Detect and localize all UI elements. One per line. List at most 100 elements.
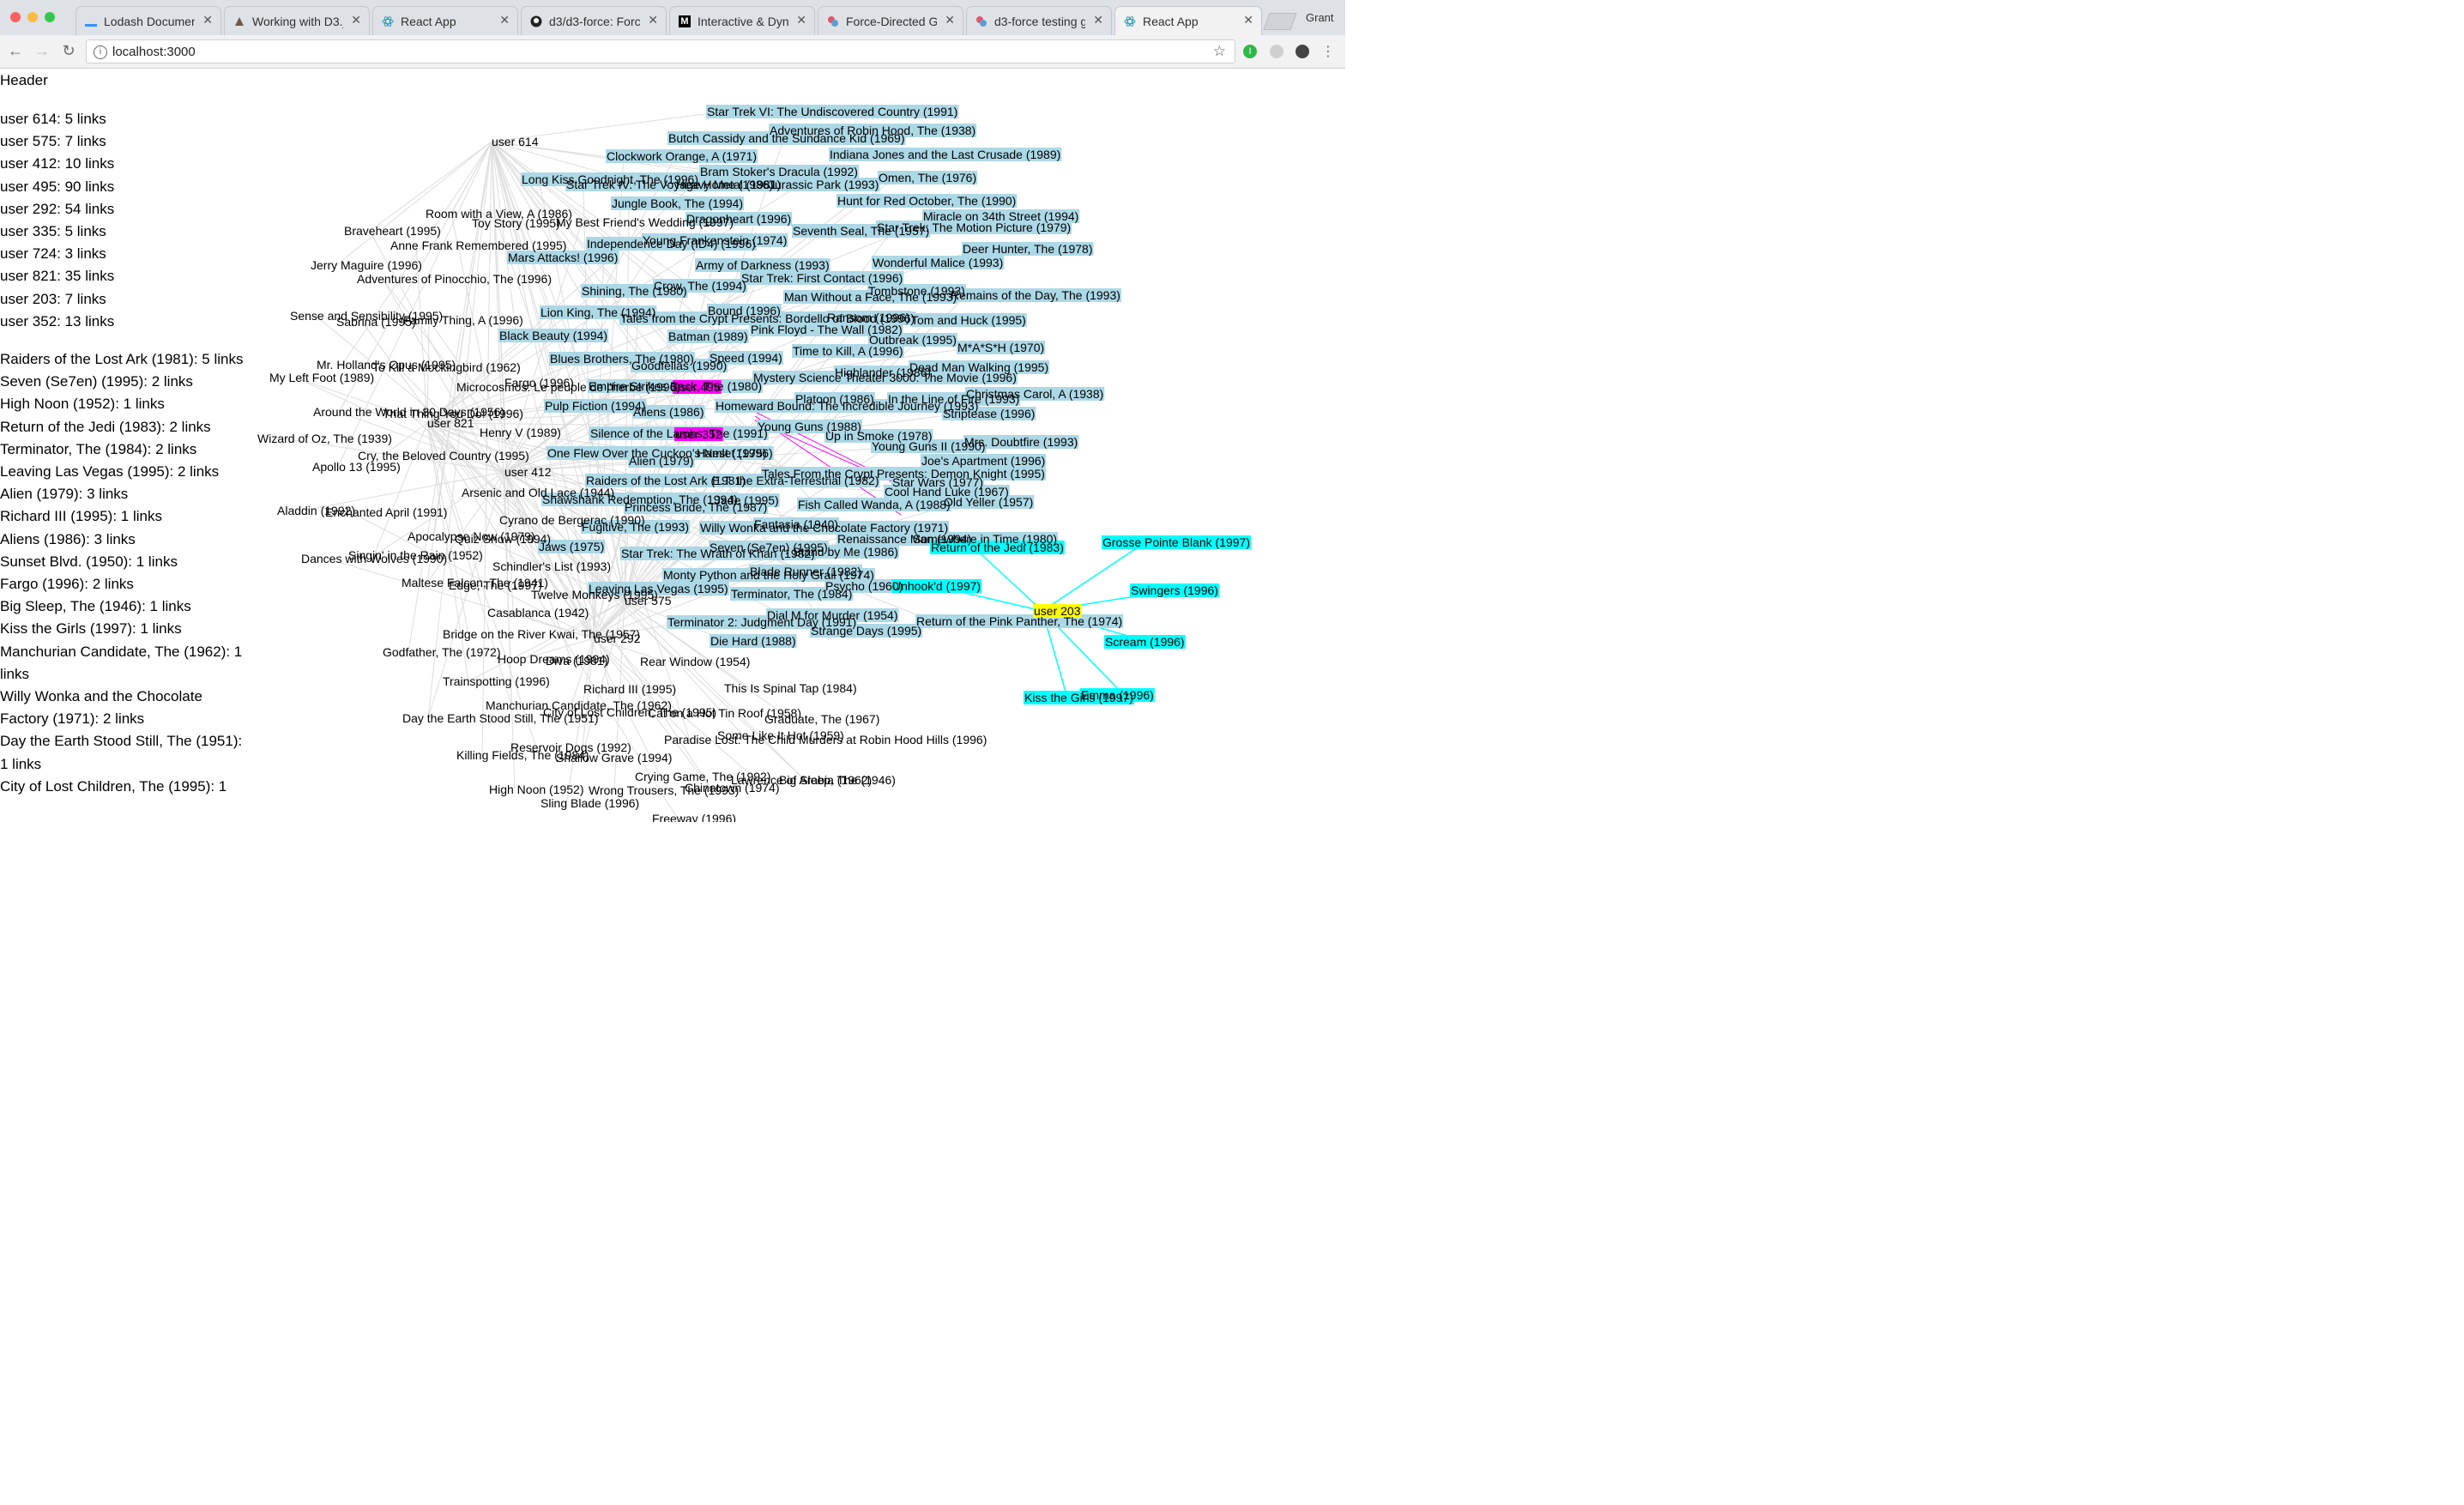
graph-movie-node-selected[interactable]: Return of the Jedi (1983) xyxy=(931,541,1064,554)
graph-movie-node-linked[interactable]: Fish Called Wanda, A (1988) xyxy=(798,498,951,511)
extension-shield-icon[interactable] xyxy=(1270,45,1283,58)
graph-movie-node-linked[interactable]: Jaws (1975) xyxy=(539,540,604,553)
graph-user-node[interactable]: user 614 xyxy=(492,135,539,148)
graph-movie-node-linked[interactable]: Mars Attacks! (1996) xyxy=(508,251,618,264)
graph-movie-node-linked[interactable]: Remains of the Day, The (1993) xyxy=(951,288,1120,302)
close-tab-icon[interactable]: ✕ xyxy=(1243,13,1253,27)
graph-movie-node[interactable]: Paradise Lost: The Child Murders at Robi… xyxy=(664,733,987,746)
graph-movie-node-linked[interactable]: Dragonheart (1996) xyxy=(686,212,791,226)
graph-movie-node-selected[interactable]: Unhook'd (1997) xyxy=(892,579,981,593)
close-tab-icon[interactable]: ✕ xyxy=(1093,13,1103,27)
graph-movie-node[interactable]: Family Thing, A (1996) xyxy=(403,313,523,327)
graph-movie-node[interactable]: Graduate, The (1967) xyxy=(764,712,879,726)
graph-movie-node[interactable]: Big Sleep, The (1946) xyxy=(779,773,896,787)
graph-movie-node[interactable]: Wizard of Oz, The (1939) xyxy=(257,432,392,445)
graph-movie-node[interactable]: Braveheart (1995) xyxy=(344,224,441,238)
graph-movie-node[interactable]: Richard III (1995) xyxy=(583,682,676,696)
graph-movie-node-linked[interactable]: Butch Cassidy and the Sundance Kid (1969… xyxy=(668,131,905,145)
graph-movie-node-linked[interactable]: Joe's Apartment (1996) xyxy=(921,454,1045,468)
graph-movie-node-linked[interactable]: Terminator, The (1984) xyxy=(731,587,852,601)
graph-movie-node-selected[interactable]: Swingers (1996) xyxy=(1131,583,1218,597)
graph-movie-node-selected[interactable]: Emma (1996) xyxy=(1081,688,1154,702)
graph-movie-node-linked[interactable]: Star Trek: First Contact (1996) xyxy=(741,271,903,285)
graph-user-node[interactable]: user 412 xyxy=(504,465,552,479)
graph-movie-node[interactable]: Rear Window (1954) xyxy=(640,655,750,668)
graph-movie-node[interactable]: Schindler's List (1993) xyxy=(492,559,611,573)
graph-movie-node-linked[interactable]: Jungle Book, The (1994) xyxy=(612,196,743,210)
graph-movie-node[interactable]: Dances with Wolves (1990) xyxy=(301,552,447,565)
graph-user-node[interactable]: user 821 xyxy=(427,416,474,430)
graph-movie-node-linked[interactable]: Goodfellas (1990) xyxy=(631,359,727,372)
close-tab-icon[interactable]: ✕ xyxy=(202,13,213,27)
graph-movie-node[interactable]: Trainspotting (1996) xyxy=(443,674,550,688)
graph-movie-node-linked[interactable]: Strange Days (1995) xyxy=(811,624,921,638)
graph-movie-node-linked[interactable]: Bram Stoker's Dracula (1992) xyxy=(700,165,858,178)
graph-movie-node-linked[interactable]: Fugitive, The (1993) xyxy=(582,520,689,534)
graph-movie-node-linked[interactable]: Return of the Pink Panther, The (1974) xyxy=(916,614,1122,628)
graph-movie-node[interactable]: Jerry Maguire (1996) xyxy=(311,258,422,272)
graph-movie-node[interactable]: High Noon (1952) xyxy=(489,783,584,796)
graph-movie-node[interactable]: Edge, The (1997) xyxy=(449,578,542,592)
graph-movie-node-linked[interactable]: Blade Runner (1982) xyxy=(750,565,861,578)
graph-movie-node-linked[interactable]: Black Beauty (1994) xyxy=(499,329,607,342)
browser-tab[interactable]: Working with D3.js ✕ xyxy=(224,6,370,35)
close-tab-icon[interactable]: ✕ xyxy=(351,13,361,27)
profile-name[interactable]: Grant xyxy=(1306,11,1334,24)
graph-movie-node-linked[interactable]: Mystery Science Theater 3000: The Movie … xyxy=(753,371,1017,384)
graph-movie-node-linked[interactable]: Hunt for Red October, The (1990) xyxy=(837,194,1016,208)
extension-bug-icon[interactable] xyxy=(1295,45,1309,58)
graph-movie-node[interactable]: My Left Foot (1989) xyxy=(269,371,374,384)
graph-movie-node[interactable]: Diva (1981) xyxy=(546,654,607,668)
close-tab-icon[interactable]: ✕ xyxy=(648,13,658,27)
graph-movie-node[interactable]: Quiz Show (1994) xyxy=(455,532,551,546)
graph-movie-node-linked[interactable]: Star Trek: The Motion Picture (1979) xyxy=(877,221,1071,234)
close-tab-icon[interactable]: ✕ xyxy=(796,13,806,27)
graph-movie-node-linked[interactable]: Crow, The (1994) xyxy=(654,279,746,293)
graph-movie-node-linked[interactable]: Homeward Bound: The Incredible Journey (… xyxy=(716,399,978,413)
close-tab-icon[interactable]: ✕ xyxy=(945,13,955,27)
graph-movie-node[interactable]: To Kill a Mockingbird (1962) xyxy=(372,360,521,374)
graph-movie-node[interactable]: Day the Earth Stood Still, The (1951) xyxy=(402,711,599,725)
browser-tab-active[interactable]: React App ✕ xyxy=(1114,6,1262,35)
graph-movie-node[interactable]: Enchanted April (1991) xyxy=(325,505,447,519)
graph-movie-node-linked[interactable]: Aliens (1986) xyxy=(633,405,704,419)
menu-dots-icon[interactable]: ⋮ xyxy=(1320,43,1337,60)
graph-movie-node-linked[interactable]: Jurassic Park (1993) xyxy=(769,178,879,191)
graph-movie-node-linked[interactable]: Deer Hunter, The (1978) xyxy=(963,242,1093,256)
zoom-window-button[interactable] xyxy=(45,12,55,22)
graph-movie-node-linked[interactable]: Alien (1979) xyxy=(629,454,694,468)
graph-movie-node[interactable]: This Is Spinal Tap (1984) xyxy=(724,681,857,695)
extension-green-icon[interactable]: I xyxy=(1243,45,1257,58)
graph-movie-node-linked[interactable]: Independence Day (ID4) (1996) xyxy=(587,237,756,251)
address-bar[interactable]: i localhost:3000 ☆ xyxy=(86,39,1235,63)
browser-tab[interactable]: d3/d3-force: Force ✕ xyxy=(521,6,667,35)
new-tab-button[interactable] xyxy=(1263,13,1297,30)
graph-movie-node-linked[interactable]: Die Hard (1988) xyxy=(710,634,796,648)
browser-tab[interactable]: d3-force testing g ✕ xyxy=(966,6,1112,35)
graph-movie-node-linked[interactable]: Time to Kill, A (1996) xyxy=(793,344,903,358)
graph-movie-node[interactable]: Freeway (1996) xyxy=(652,812,736,822)
graph-movie-node-selected[interactable]: Grosse Pointe Blank (1997) xyxy=(1102,535,1250,549)
graph-movie-node-linked[interactable]: Young Guns II (1990) xyxy=(872,439,986,453)
graph-movie-node-linked[interactable]: Pulp Fiction (1994) xyxy=(545,399,646,413)
graph-movie-node[interactable]: Shallow Grave (1994) xyxy=(556,751,672,765)
graph-movie-node[interactable]: Apollo 13 (1995) xyxy=(312,460,401,474)
reload-icon[interactable]: ↻ xyxy=(60,42,77,60)
graph-movie-node[interactable]: Godfather, The (1972) xyxy=(383,645,501,659)
browser-tab[interactable]: Force-Directed Gr ✕ xyxy=(818,6,963,35)
graph-movie-node-linked[interactable]: Clockwork Orange, A (1971) xyxy=(607,149,757,163)
graph-movie-node-linked[interactable]: Wonderful Malice (1993) xyxy=(873,256,1003,269)
back-arrow-icon[interactable]: ← xyxy=(7,42,24,60)
close-window-button[interactable] xyxy=(10,12,21,22)
graph-movie-node[interactable]: Sling Blade (1996) xyxy=(541,796,639,810)
graph-movie-node-linked[interactable]: Tom and Huck (1995) xyxy=(911,313,1026,327)
graph-movie-node[interactable]: Henry V (1989) xyxy=(480,426,561,439)
browser-tab[interactable]: React App ✕ xyxy=(372,6,518,35)
graph-movie-node-linked[interactable]: Heavy Metal (1981) xyxy=(676,178,781,191)
graph-movie-node-linked[interactable]: Batman (1989) xyxy=(668,329,748,343)
browser-tab[interactable]: Lodash Document ✕ xyxy=(75,6,221,35)
close-tab-icon[interactable]: ✕ xyxy=(499,13,510,27)
graph-movie-node[interactable]: Chinatown (1974) xyxy=(685,781,780,795)
graph-movie-node[interactable]: Toy Story (1995) xyxy=(472,216,560,230)
graph-movie-node-linked[interactable]: Old Yeller (1957) xyxy=(944,495,1033,509)
